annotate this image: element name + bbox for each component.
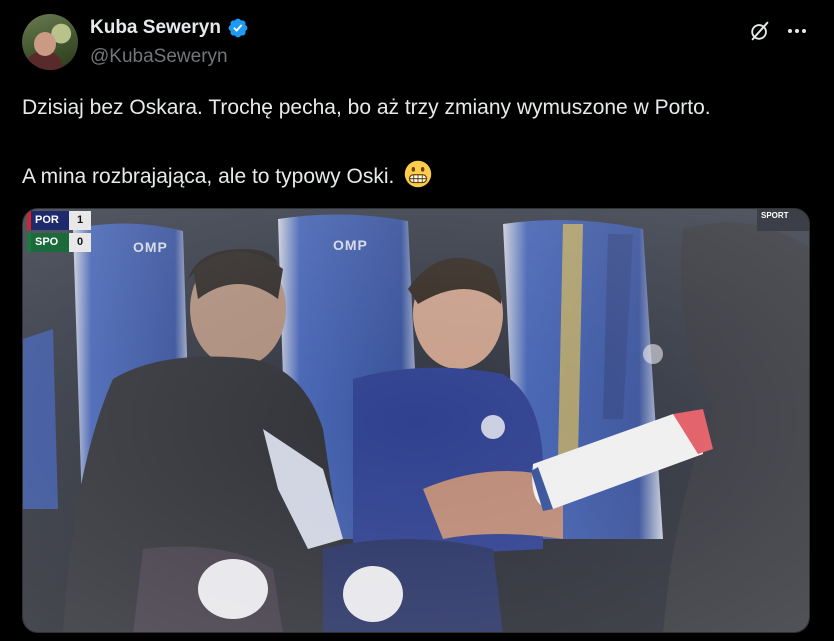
grok-icon[interactable]: [749, 20, 771, 42]
tweet-text-line-2: A mina rozbrajająca, ale to typowy Oski.: [22, 160, 822, 191]
seat-logo-center: OMP: [333, 237, 368, 253]
tweet: Kuba Seweryn @KubaSeweryn Dzisiaj bez Os…: [0, 0, 834, 641]
avatar[interactable]: [22, 14, 78, 70]
home-team-name: POR: [31, 211, 69, 230]
more-options-icon[interactable]: [786, 24, 808, 38]
away-team-name: SPO: [31, 233, 69, 252]
scoreboard-away-row: SPO 0: [27, 233, 103, 252]
tweet-media-image[interactable]: OMP OMP POR 1 SPO 0 SPORT: [22, 208, 810, 633]
verified-badge-icon: [228, 18, 248, 38]
seat-logo-left: OMP: [133, 239, 168, 255]
author-display-name[interactable]: Kuba Seweryn: [90, 17, 221, 39]
scoreboard: POR 1 SPO 0: [27, 211, 103, 253]
scoreboard-home-row: POR 1: [27, 211, 103, 230]
author-name-row: Kuba Seweryn: [90, 17, 249, 39]
home-team-score: 1: [69, 211, 91, 230]
away-team-score: 0: [69, 233, 91, 252]
tweet-text-line-1: Dzisiaj bez Oskara. Trochę pecha, bo aż …: [22, 96, 711, 119]
broadcaster-logo: SPORT: [757, 209, 809, 231]
tweet-text-line-2-text: A mina rozbrajająca, ale to typowy Oski.: [22, 165, 395, 188]
grimacing-face-icon: [404, 160, 432, 188]
media-photo: [23, 209, 809, 632]
author-handle[interactable]: @KubaSeweryn: [90, 46, 228, 68]
